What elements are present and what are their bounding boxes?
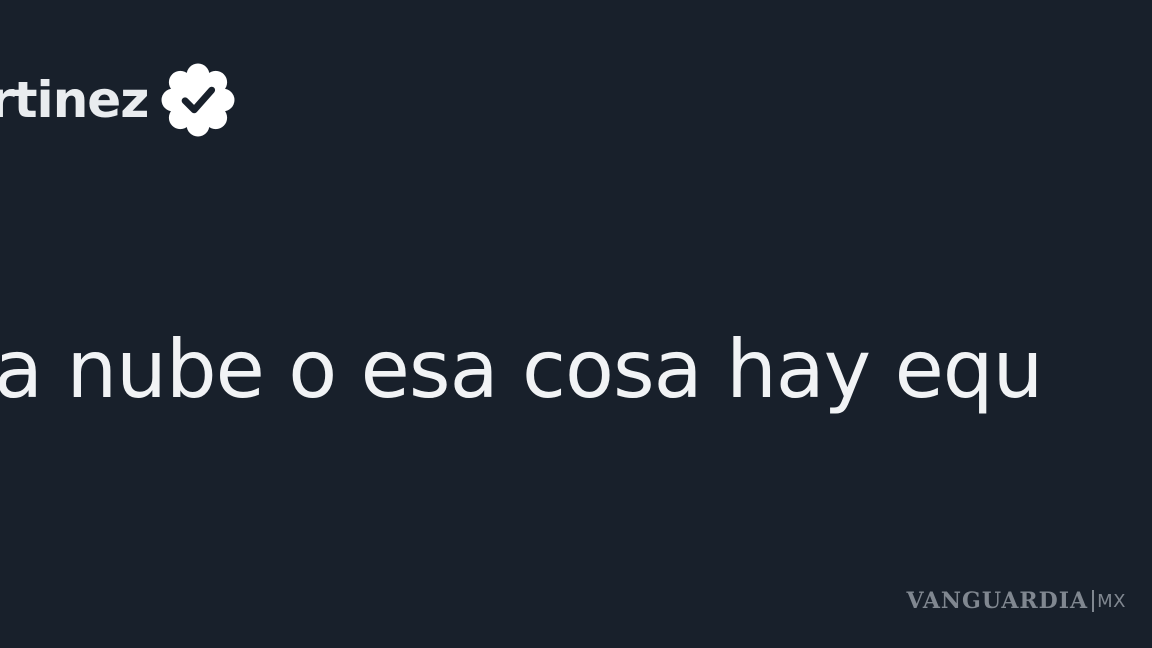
watermark-logo: VANGUARDIA MX: [906, 588, 1126, 614]
watermark-brand: VANGUARDIA: [906, 588, 1089, 614]
tweet-author-row[interactable]: rtinez: [0, 62, 236, 138]
verified-badge-icon: [161, 63, 235, 137]
tweet-text: a nube o esa cosa hay equ: [0, 323, 1043, 416]
watermark-separator: [1092, 590, 1095, 612]
watermark-tld: MX: [1097, 590, 1126, 612]
author-name[interactable]: rtinez: [0, 75, 149, 125]
